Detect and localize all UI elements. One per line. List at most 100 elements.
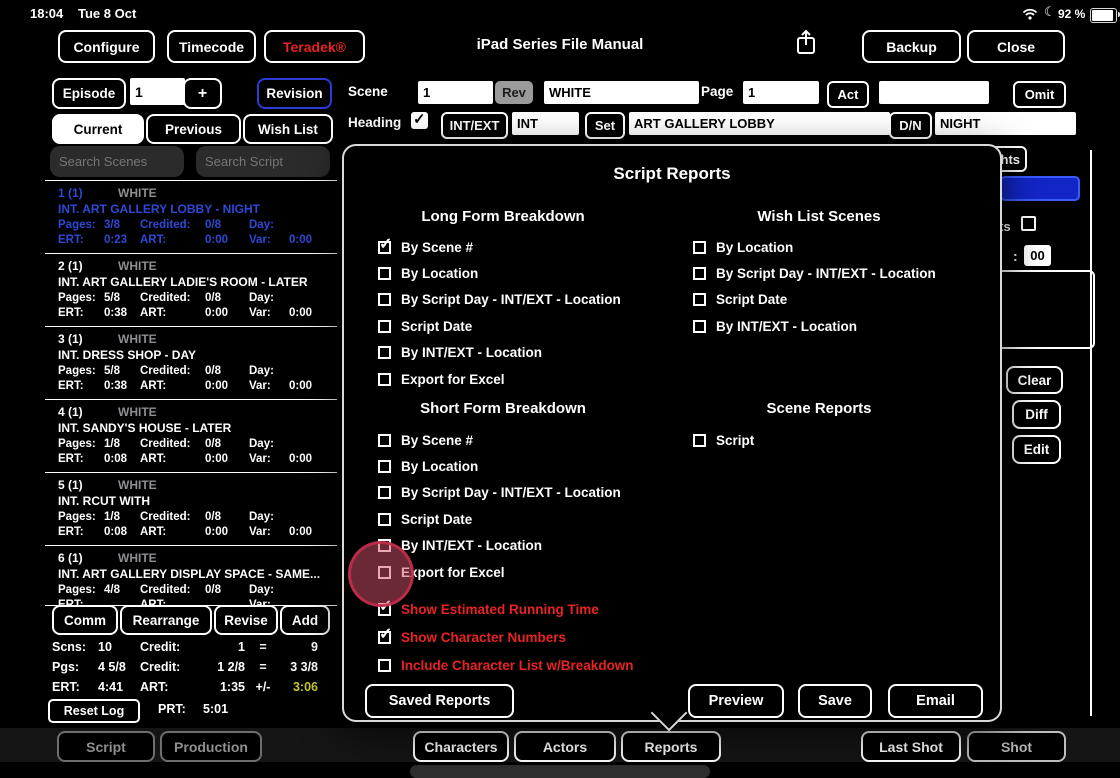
checkbox[interactable] <box>378 631 391 644</box>
share-icon[interactable] <box>793 27 819 57</box>
episode-button[interactable]: Episode <box>52 78 126 109</box>
revision-button[interactable]: Revision <box>257 78 332 109</box>
checkbox[interactable] <box>693 434 706 447</box>
var-value: 0:00 <box>289 453 312 465</box>
comm-button[interactable]: Comm <box>52 605 118 635</box>
checkbox[interactable] <box>378 267 391 280</box>
report-option-row[interactable]: By INT/EXT - Location <box>378 340 621 366</box>
checkbox[interactable] <box>693 293 706 306</box>
diff-button[interactable]: Diff <box>1012 400 1061 429</box>
tab-previous[interactable]: Previous <box>146 114 241 144</box>
checkbox[interactable] <box>378 460 391 473</box>
saved-reports-button[interactable]: Saved Reports <box>365 684 514 718</box>
scene-list-item[interactable]: 2 (1)WHITE INT. ART GALLERY LADIE'S ROOM… <box>45 254 337 327</box>
checkbox[interactable] <box>693 267 706 280</box>
report-option-row[interactable]: Script <box>693 427 754 453</box>
scene-list-item[interactable]: 6 (1)WHITE INT. ART GALLERY DISPLAY SPAC… <box>45 546 337 606</box>
report-option-row[interactable]: By Location <box>378 453 621 479</box>
report-option-row[interactable]: By Script Day - INT/EXT - Location <box>378 480 621 506</box>
report-option-row[interactable]: Script Date <box>378 313 621 339</box>
page-number-field[interactable]: 1 <box>743 81 819 104</box>
checkbox[interactable] <box>378 513 391 526</box>
report-option-row[interactable]: By Script Day - INT/EXT - Location <box>693 260 936 286</box>
report-option-row[interactable]: By Script Day - INT/EXT - Location <box>378 287 621 313</box>
checkbox[interactable] <box>378 320 391 333</box>
scene-row-header: 2 (1)WHITE <box>58 259 333 273</box>
report-setting-row[interactable]: Show Estimated Running Time <box>378 595 634 623</box>
script-tab-button[interactable]: Script <box>57 731 155 762</box>
int-ext-button[interactable]: INT/EXT <box>441 112 508 139</box>
checkbox[interactable] <box>693 320 706 333</box>
int-ext-field[interactable]: INT <box>512 112 579 135</box>
episode-number-field[interactable]: 1 <box>130 78 185 105</box>
day-night-field[interactable]: NIGHT <box>935 112 1076 135</box>
checkbox[interactable] <box>378 373 391 386</box>
scene-ert-line: ERT:0:08ART:0:00Var:0:00 <box>58 526 333 538</box>
search-scenes-input[interactable] <box>50 146 184 177</box>
checkbox[interactable] <box>378 434 391 447</box>
scene-list-item[interactable]: 5 (1)WHITE INT. RCUT WITH Pages:1/8Credi… <box>45 473 337 546</box>
report-option-row[interactable]: Export for Excel <box>378 559 621 585</box>
act-field[interactable] <box>879 81 989 104</box>
checkbox[interactable] <box>378 241 391 254</box>
timecode-button[interactable]: Timecode <box>167 30 256 63</box>
scene-list-item[interactable]: 1 (1)WHITE INT. ART GALLERY LOBBY - NIGH… <box>45 181 337 254</box>
report-option-row[interactable]: By Location <box>378 260 621 286</box>
backup-button[interactable]: Backup <box>862 30 961 63</box>
report-option-row[interactable]: Script Date <box>378 506 621 532</box>
search-script-input[interactable] <box>196 146 330 177</box>
add-scene-button[interactable]: Add <box>280 605 330 635</box>
checkbox[interactable] <box>693 241 706 254</box>
report-option-row[interactable]: Script Date <box>693 287 936 313</box>
day-night-button[interactable]: D/N <box>889 112 932 139</box>
tab-wish-list[interactable]: Wish List <box>243 114 333 144</box>
add-episode-button[interactable]: + <box>183 78 222 109</box>
scene-number: 4 (1) <box>58 405 118 419</box>
checkbox[interactable] <box>378 659 391 672</box>
act-button[interactable]: Act <box>827 81 869 108</box>
report-option-row[interactable]: By Scene # <box>378 234 621 260</box>
edit-button[interactable]: Edit <box>1012 435 1061 464</box>
shot-button[interactable]: Shot <box>967 731 1066 762</box>
heading-checkbox[interactable] <box>411 112 428 129</box>
last-shot-button[interactable]: Last Shot <box>861 731 961 762</box>
scene-list-item[interactable]: 4 (1)WHITE INT. SANDY'S HOUSE - LATER Pa… <box>45 400 337 473</box>
reports-tab-button[interactable]: Reports <box>621 731 721 762</box>
highlighted-blue-field[interactable] <box>1000 176 1080 201</box>
actors-tab-button[interactable]: Actors <box>514 731 616 762</box>
characters-tab-button[interactable]: Characters <box>413 731 509 762</box>
right-checkbox[interactable] <box>1021 216 1036 231</box>
report-setting-row[interactable]: Show Character Numbers <box>378 623 634 651</box>
scene-color-field[interactable]: WHITE <box>544 81 699 104</box>
report-option-row[interactable]: By INT/EXT - Location <box>378 533 621 559</box>
checkbox[interactable] <box>378 486 391 499</box>
credited-label: Credited: <box>140 511 205 523</box>
checkbox[interactable] <box>378 346 391 359</box>
report-option-row[interactable]: Export for Excel <box>378 366 621 392</box>
counter-field[interactable]: 00 <box>1024 245 1051 266</box>
scene-list-item[interactable]: 3 (1)WHITE INT. DRESS SHOP - DAY Pages:5… <box>45 327 337 400</box>
report-setting-row[interactable]: Include Character List w/Breakdown <box>378 651 634 679</box>
preview-button[interactable]: Preview <box>688 684 784 718</box>
clear-button[interactable]: Clear <box>1006 366 1063 394</box>
report-option-row[interactable]: By Location <box>693 234 936 260</box>
set-button[interactable]: Set <box>585 112 625 139</box>
close-button[interactable]: Close <box>967 30 1065 63</box>
configure-button[interactable]: Configure <box>58 30 155 63</box>
rearrange-button[interactable]: Rearrange <box>120 605 212 635</box>
revise-button[interactable]: Revise <box>214 605 278 635</box>
reset-log-button[interactable]: Reset Log <box>48 699 140 723</box>
scene-number-field[interactable]: 1 <box>418 81 493 104</box>
report-option-row[interactable]: By Scene # <box>378 427 621 453</box>
save-button[interactable]: Save <box>798 684 872 718</box>
ert-label: ERT: <box>58 234 104 246</box>
set-field[interactable]: ART GALLERY LOBBY <box>629 112 890 135</box>
omit-button[interactable]: Omit <box>1013 81 1066 108</box>
checkbox[interactable] <box>378 293 391 306</box>
rev-button[interactable]: Rev <box>495 81 533 104</box>
email-button[interactable]: Email <box>888 684 983 718</box>
tab-current[interactable]: Current <box>52 114 144 144</box>
pages-label: Pages: <box>58 438 104 450</box>
production-tab-button[interactable]: Production <box>160 731 262 762</box>
report-option-row[interactable]: By INT/EXT - Location <box>693 313 936 339</box>
